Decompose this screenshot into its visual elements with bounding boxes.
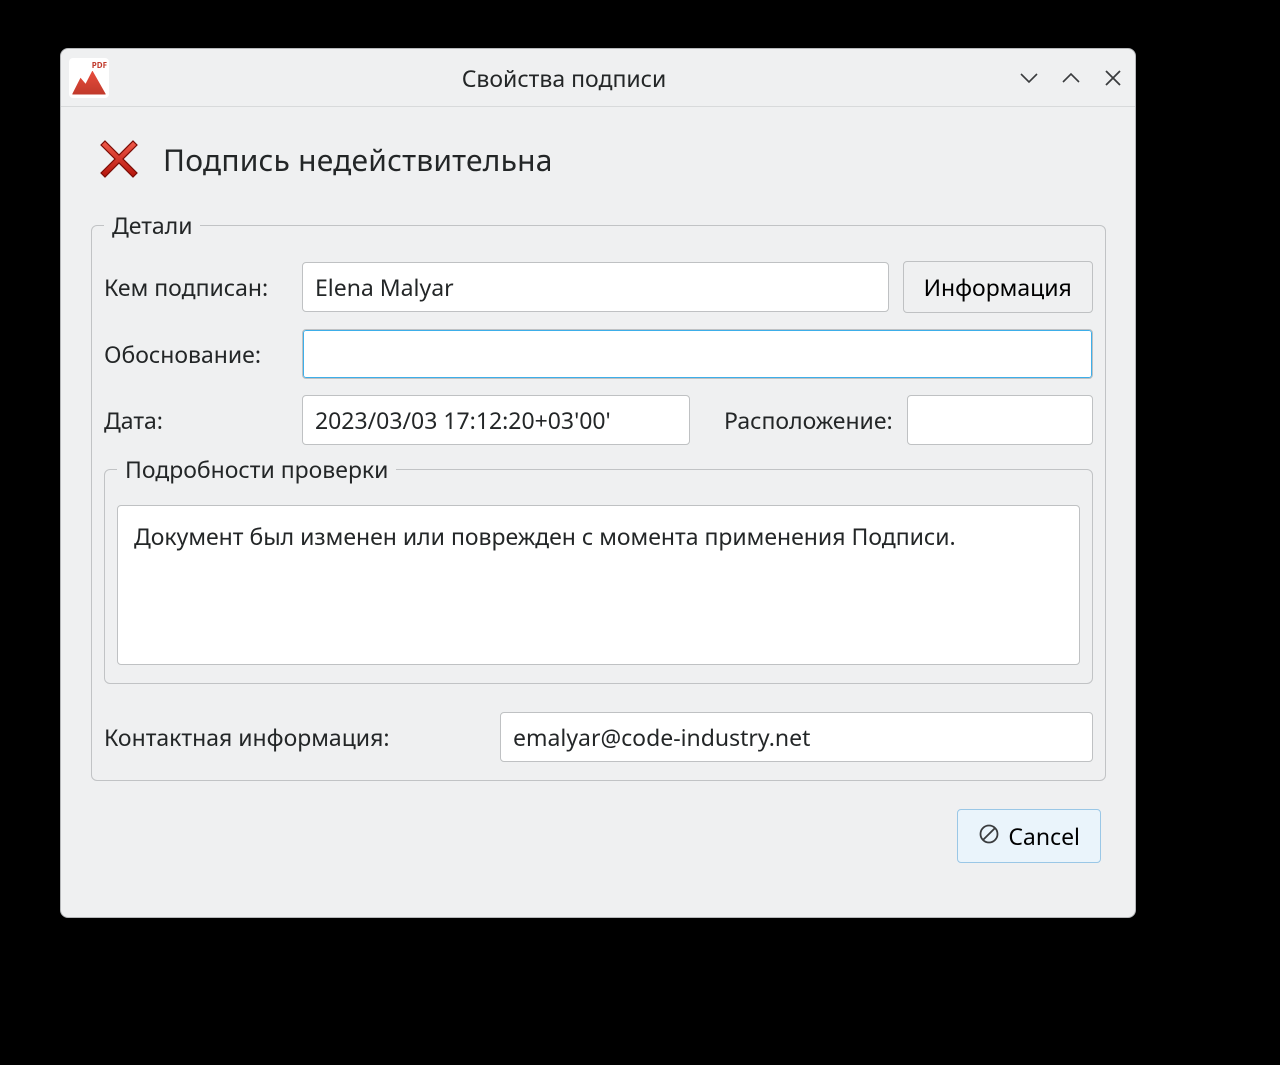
verification-legend: Подробности проверки: [117, 453, 396, 485]
info-button[interactable]: Информация: [903, 261, 1093, 313]
row-date-location: Дата: Расположение:: [104, 395, 1093, 445]
cancel-icon: [978, 820, 1000, 852]
signature-properties-dialog: PDF Свойства подписи: [60, 48, 1136, 918]
reason-label: Обоснование:: [104, 338, 288, 370]
window-controls: [1019, 68, 1123, 88]
dialog-footer: Cancel: [91, 781, 1105, 867]
app-icon: PDF: [69, 58, 109, 98]
location-label: Расположение:: [724, 404, 893, 436]
contact-label: Контактная информация:: [104, 721, 486, 753]
date-field[interactable]: [302, 395, 690, 445]
signature-status: Подпись недействительна: [91, 135, 1105, 183]
reason-field[interactable]: [302, 329, 1093, 379]
window-title: Свойства подписи: [119, 62, 1009, 94]
minimize-button[interactable]: [1019, 68, 1039, 88]
date-label: Дата:: [104, 404, 168, 436]
maximize-button[interactable]: [1061, 68, 1081, 88]
verification-group: Подробности проверки Документ был измене…: [104, 453, 1093, 684]
row-contact: Контактная информация:: [104, 712, 1093, 762]
row-reason: Обоснование:: [104, 329, 1093, 379]
location-field[interactable]: [907, 395, 1093, 445]
signature-status-text: Подпись недействительна: [163, 139, 553, 180]
contact-field[interactable]: [500, 712, 1093, 762]
titlebar: PDF Свойства подписи: [61, 49, 1135, 107]
details-group: Детали Кем подписан: Информация Обоснова…: [91, 209, 1106, 781]
verification-message: Документ был изменен или поврежден с мом…: [117, 505, 1080, 665]
dialog-body: Подпись недействительна Детали Кем подпи…: [61, 107, 1135, 917]
invalid-icon: [95, 135, 143, 183]
row-signed-by: Кем подписан: Информация: [104, 261, 1093, 313]
cancel-button[interactable]: Cancel: [957, 809, 1101, 863]
signed-by-label: Кем подписан:: [104, 271, 288, 303]
details-legend: Детали: [104, 209, 200, 241]
close-button[interactable]: [1103, 68, 1123, 88]
cancel-label: Cancel: [1008, 820, 1080, 852]
signed-by-field[interactable]: [302, 262, 889, 312]
